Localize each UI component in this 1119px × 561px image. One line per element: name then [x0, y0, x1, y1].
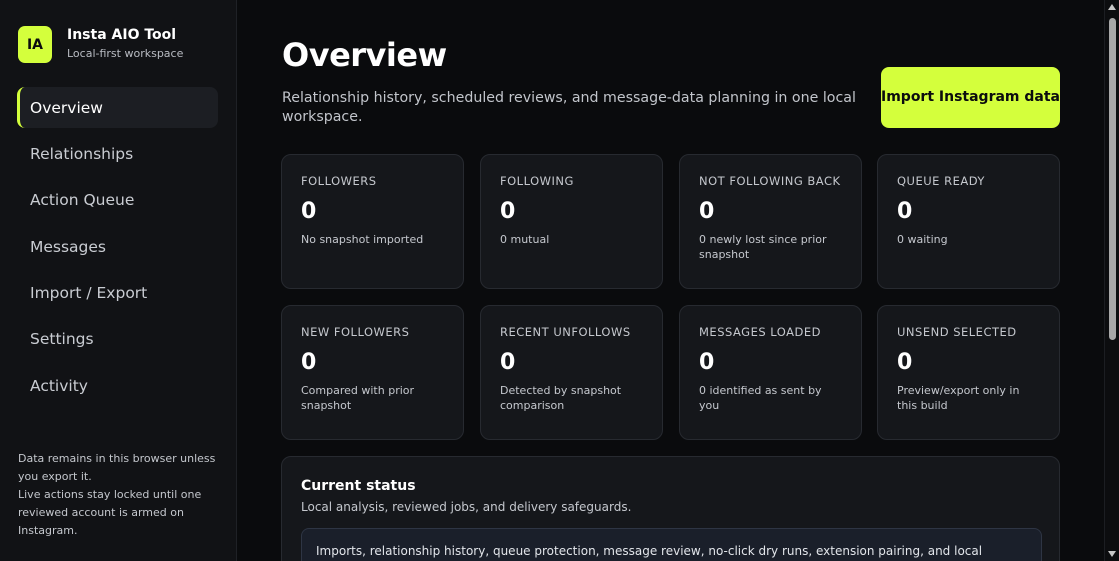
sidebar-item-overview[interactable]: Overview [17, 87, 218, 128]
stat-card-new-followers: NEW FOLLOWERS 0 Compared with prior snap… [281, 305, 464, 440]
sidebar-nav: Overview Relationships Action Queue Mess… [17, 87, 218, 412]
stat-value: 0 [301, 350, 317, 375]
stat-card-recent-unfollows: RECENT UNFOLLOWS 0 Detected by snapshot … [480, 305, 663, 440]
stat-card-messages-loaded: MESSAGES LOADED 0 0 identified as sent b… [679, 305, 862, 440]
stat-value: 0 [500, 350, 516, 375]
status-message: Imports, relationship history, queue pro… [301, 528, 1042, 561]
import-instagram-data-button[interactable]: Import Instagram data [881, 67, 1060, 128]
sidebar-item-action-queue[interactable]: Action Queue [17, 180, 218, 221]
stat-label: RECENT UNFOLLOWS [500, 325, 631, 339]
stat-value: 0 [500, 199, 516, 224]
status-subtitle: Local analysis, reviewed jobs, and deliv… [301, 500, 632, 514]
stat-value: 0 [897, 199, 913, 224]
brand-name: Insta AIO Tool [67, 27, 177, 43]
stat-label: NOT FOLLOWING BACK [699, 174, 841, 188]
sidebar: IA Insta AIO Tool Local-first workspace … [0, 0, 237, 561]
stat-note: 0 mutual [500, 233, 550, 246]
sidebar-item-import-export[interactable]: Import / Export [17, 273, 218, 314]
stat-card-following: FOLLOWING 0 0 mutual [480, 154, 663, 289]
stat-note: Preview/export only in this build [897, 384, 1020, 412]
sidebar-item-messages[interactable]: Messages [17, 226, 218, 267]
brand-subtitle: Local-first workspace [67, 47, 184, 60]
stat-value: 0 [699, 350, 715, 375]
current-status-panel: Current status Local analysis, reviewed … [281, 456, 1060, 561]
sidebar-item-activity[interactable]: Activity [17, 365, 218, 406]
brand: IA Insta AIO Tool Local-first workspace [18, 26, 183, 63]
stat-label: QUEUE READY [897, 174, 985, 188]
stat-card-unsend-selected: UNSEND SELECTED 0 Preview/export only in… [877, 305, 1060, 440]
sidebar-item-settings[interactable]: Settings [17, 319, 218, 360]
stat-label: MESSAGES LOADED [699, 325, 821, 339]
main-content: Overview Relationship history, scheduled… [237, 0, 1104, 561]
page-title: Overview [282, 36, 447, 74]
stat-note: 0 newly lost since prior snapshot [699, 233, 827, 261]
stat-note: Compared with prior snapshot [301, 384, 415, 412]
stat-note: Detected by snapshot comparison [500, 384, 622, 412]
stat-label: UNSEND SELECTED [897, 325, 1017, 339]
stat-note: 0 identified as sent by you [699, 384, 822, 412]
stat-note: No snapshot imported [301, 233, 424, 246]
page-scrollbar[interactable] [1104, 0, 1119, 561]
scroll-up-arrow-icon[interactable] [1108, 4, 1116, 10]
status-title: Current status [301, 478, 416, 494]
stat-label: FOLLOWING [500, 174, 574, 188]
stat-value: 0 [699, 199, 715, 224]
sidebar-privacy-note: Data remains in this browser unless you … [18, 452, 216, 537]
stat-note: 0 waiting [897, 233, 948, 246]
scroll-down-arrow-icon[interactable] [1108, 551, 1116, 557]
page-description: Relationship history, scheduled reviews,… [282, 90, 856, 125]
stat-label: FOLLOWERS [301, 174, 377, 188]
scrollbar-thumb[interactable] [1109, 18, 1116, 340]
brand-logo: IA [18, 26, 52, 63]
stat-value: 0 [897, 350, 913, 375]
stat-value: 0 [301, 199, 317, 224]
stat-card-followers: FOLLOWERS 0 No snapshot imported [281, 154, 464, 289]
stat-card-queue-ready: QUEUE READY 0 0 waiting [877, 154, 1060, 289]
sidebar-item-relationships[interactable]: Relationships [17, 133, 218, 174]
stat-card-not-following-back: NOT FOLLOWING BACK 0 0 newly lost since … [679, 154, 862, 289]
stat-label: NEW FOLLOWERS [301, 325, 410, 339]
